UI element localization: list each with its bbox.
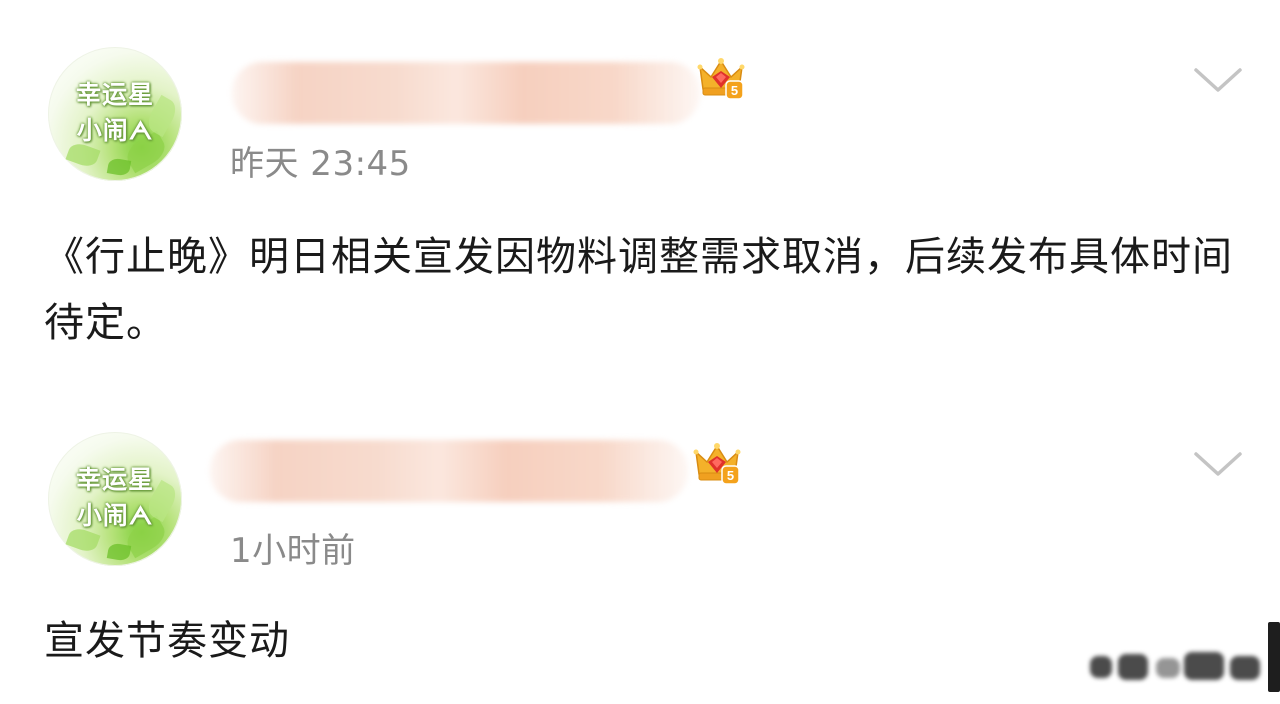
watermark-redacted [1080, 644, 1270, 688]
badge-level: 5 [731, 83, 738, 98]
post-content: 宣发节奏变动 [44, 618, 290, 664]
badge-level: 5 [727, 468, 734, 483]
username-redacted[interactable] [232, 62, 700, 124]
avatar-text-line2: 小闹ᗅ [76, 116, 154, 145]
leaf-decoration [106, 542, 132, 562]
leaf-decoration [106, 157, 132, 177]
post-timestamp: 1小时前 [230, 531, 356, 571]
avatar[interactable]: 幸运星 小闹ᗅ [48, 47, 182, 181]
feed: 幸运星 小闹ᗅ 5 昨天 23:45 《行止晚》明日相关宣发因物料调整需求取消，… [0, 0, 1280, 704]
avatar[interactable]: 幸运星 小闹ᗅ [48, 432, 182, 566]
avatar-text-line1: 幸运星 [75, 465, 154, 494]
post-timestamp: 昨天 23:45 [230, 144, 411, 184]
username-redacted[interactable] [210, 440, 688, 502]
post-content: 《行止晚》明日相关宣发因物料调整需求取消，后续发布具体时间待定。 [44, 234, 1233, 346]
avatar-text-line2: 小闹ᗅ [76, 501, 154, 530]
edge-bar [1268, 622, 1280, 692]
crown-badge-icon[interactable]: 5 [693, 440, 741, 486]
crown-badge-icon[interactable]: 5 [697, 55, 745, 101]
avatar-text-line1: 幸运星 [75, 80, 154, 109]
post-card: 幸运星 小闹ᗅ 5 昨天 23:45 《行止晚》明日相关宣发因物料调整需求取消，… [0, 0, 1280, 400]
chevron-down-icon[interactable] [1190, 64, 1246, 96]
chevron-down-icon[interactable] [1190, 448, 1246, 480]
